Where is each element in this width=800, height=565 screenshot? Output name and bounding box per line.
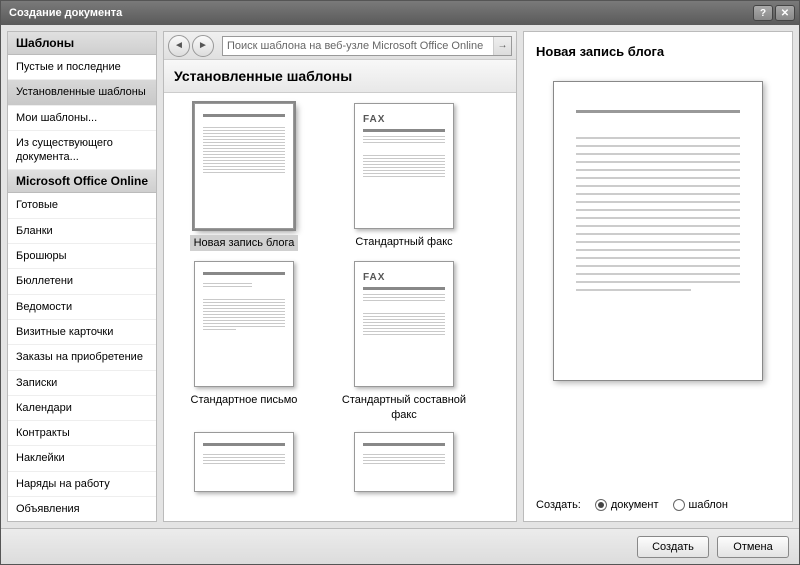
template-thumb[interactable]: Стандартное письмо — [174, 261, 314, 422]
sidebar-header: Microsoft Office Online — [8, 170, 156, 193]
dialog-window: Создание документа ? ✕ ШаблоныПустые и п… — [0, 0, 800, 565]
thumb-label: Стандартное письмо — [191, 393, 298, 407]
nav-toolbar: ◄ ► → — [164, 32, 516, 60]
thumbnail-page — [194, 432, 294, 492]
dialog-body: ШаблоныПустые и последниеУстановленные ш… — [1, 25, 799, 528]
cancel-button[interactable]: Отмена — [717, 536, 789, 558]
sidebar-item[interactable]: Готовые — [8, 193, 156, 218]
sidebar-item[interactable]: Пустые и последние — [8, 55, 156, 80]
thumb-label: Новая запись блога — [190, 235, 299, 251]
preview-title: Новая запись блога — [524, 32, 792, 71]
sidebar-item[interactable]: Наряды на работу — [8, 472, 156, 497]
radio-template[interactable]: шаблон — [673, 499, 728, 511]
search-input[interactable] — [223, 40, 493, 52]
close-button[interactable]: ✕ — [775, 5, 795, 21]
dialog-footer: Создать Отмена — [1, 528, 799, 564]
thumbnail-page — [194, 103, 294, 229]
back-button[interactable]: ◄ — [168, 35, 190, 57]
sidebar-item[interactable]: Из существующего документа... — [8, 131, 156, 171]
sidebar-item[interactable]: Бюллетени — [8, 269, 156, 294]
section-title: Установленные шаблоны — [164, 60, 516, 93]
preview-pane: Новая запись блога Создать: документ шаб… — [523, 31, 793, 522]
template-thumb[interactable] — [334, 432, 474, 498]
sidebar-item[interactable]: Наклейки — [8, 446, 156, 471]
sidebar-item[interactable]: Контракты — [8, 421, 156, 446]
thumb-label: Стандартный факс — [355, 235, 452, 249]
create-label: Создать: — [536, 499, 581, 511]
sidebar-item[interactable]: Мои шаблоны... — [8, 106, 156, 131]
radio-document[interactable]: документ — [595, 499, 659, 511]
preview-page — [553, 81, 763, 381]
search-box: → — [222, 36, 512, 56]
template-thumb[interactable] — [174, 432, 314, 498]
sidebar-item[interactable]: Объявления — [8, 497, 156, 522]
template-thumb[interactable]: FAX Стандартный факс — [334, 103, 474, 251]
help-button[interactable]: ? — [753, 5, 773, 21]
search-go-button[interactable]: → — [493, 37, 511, 55]
create-button[interactable]: Создать — [637, 536, 709, 558]
forward-button[interactable]: ► — [192, 35, 214, 57]
template-thumb[interactable]: FAX Стандартный составной факс — [334, 261, 474, 422]
sidebar-item[interactable]: Брошюры — [8, 244, 156, 269]
thumbnail-page: FAX — [354, 103, 454, 229]
sidebar-item[interactable]: Визитные карточки — [8, 320, 156, 345]
thumb-label: Стандартный составной факс — [334, 393, 474, 422]
thumbnail-page: FAX — [354, 261, 454, 387]
sidebar-item[interactable]: Заказы на приобретение — [8, 345, 156, 370]
template-gallery[interactable]: Новая запись блога FAX Стандартный факс Ста… — [164, 93, 516, 521]
sidebar-header: Шаблоны — [8, 32, 156, 55]
template-thumb[interactable]: Новая запись блога — [174, 103, 314, 251]
window-title: Создание документа — [5, 7, 751, 19]
sidebar-item[interactable]: Установленные шаблоны — [8, 80, 156, 105]
sidebar-item[interactable]: Ведомости — [8, 295, 156, 320]
sidebar-item[interactable]: Бланки — [8, 219, 156, 244]
title-bar: Создание документа ? ✕ — [1, 1, 799, 25]
create-options: Создать: документ шаблон — [524, 489, 792, 521]
thumbnail-page — [354, 432, 454, 492]
sidebar-item[interactable]: Записки — [8, 371, 156, 396]
thumbnail-page — [194, 261, 294, 387]
sidebar-item[interactable]: Календари — [8, 396, 156, 421]
preview-body — [524, 71, 792, 489]
main-pane: ◄ ► → Установленные шаблоны Новая запись… — [163, 31, 517, 522]
category-sidebar[interactable]: ШаблоныПустые и последниеУстановленные ш… — [7, 31, 157, 522]
